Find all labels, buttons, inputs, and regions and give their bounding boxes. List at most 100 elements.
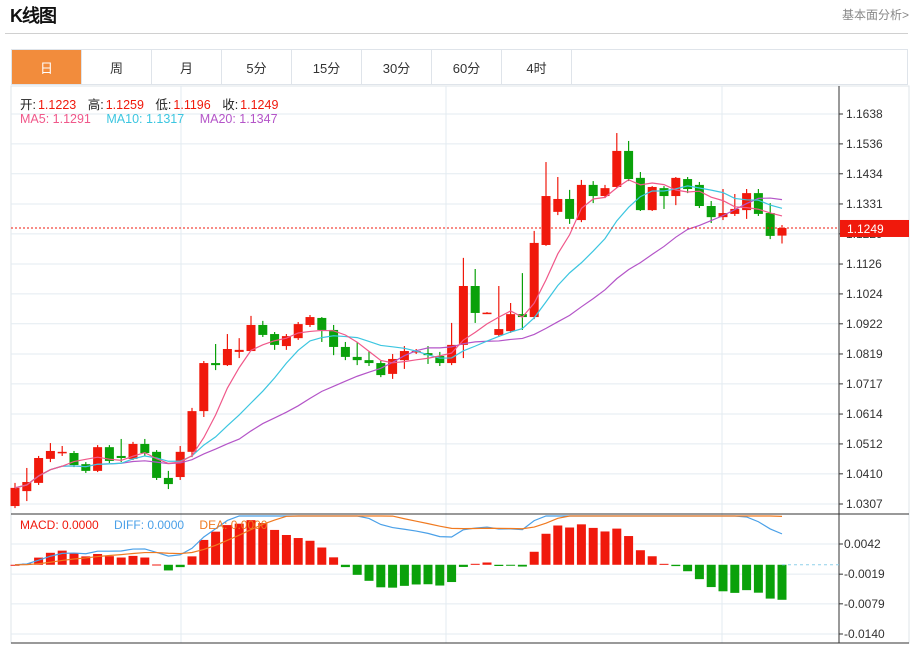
macd-bar — [317, 547, 327, 565]
macd-bar — [659, 563, 669, 565]
macd-tick-label: -0.0079 — [844, 597, 885, 611]
macd-bar — [635, 550, 645, 565]
candle-up — [93, 447, 103, 471]
candle-up — [612, 150, 622, 187]
candle-up — [45, 450, 55, 459]
macd-bar — [199, 539, 209, 565]
candle-up — [57, 451, 67, 454]
candle-down — [116, 455, 126, 458]
candle-up — [222, 348, 232, 366]
candle-down — [706, 206, 716, 218]
candle-down — [470, 285, 480, 313]
price-tick-label: 1.0614 — [846, 407, 883, 421]
ma5-value: MA5: 1.1291 — [20, 112, 91, 126]
diff-value: DIFF: 0.0000 — [114, 518, 185, 532]
ohlc-legend: 开: 1.1223 高: 1.1259 低: 1.1196 收: 1.1249 — [20, 94, 280, 113]
macd-bar — [399, 564, 409, 586]
candle-up — [187, 411, 197, 452]
macd-bar — [329, 557, 339, 565]
low-label: 低: — [155, 98, 172, 112]
candle-up — [553, 198, 563, 212]
price-tick-label: 1.1638 — [846, 107, 883, 121]
low-value: 1.1196 — [173, 98, 211, 112]
close-value: 1.1249 — [240, 98, 279, 112]
price-tick-label: 1.1126 — [846, 257, 882, 271]
price-tick-label: 1.0819 — [846, 347, 883, 361]
macd-bar — [163, 564, 173, 571]
dea-value: DEA: 0.0000 — [199, 518, 268, 532]
candle-up — [10, 487, 20, 507]
macd-tick-label: -0.0019 — [844, 567, 885, 581]
ma10-value: MA10: 1.1317 — [106, 112, 185, 126]
macd-bar — [565, 527, 575, 565]
candle-down — [340, 346, 350, 357]
macd-legend: MACD: 0.0000 DIFF: 0.0000 DEA: 0.0000 — [20, 518, 269, 532]
macd-bar — [694, 564, 704, 580]
macd-bar — [718, 564, 728, 592]
candle-down — [635, 177, 645, 211]
macd-bar — [624, 536, 634, 565]
last-price-label: 1.1249 — [847, 222, 884, 236]
candle-up — [541, 196, 551, 245]
high-value: 1.1259 — [105, 98, 144, 112]
candle-up — [305, 317, 315, 325]
candle-down — [140, 443, 150, 454]
open-value: 1.1223 — [37, 98, 77, 112]
candle-up — [671, 177, 681, 197]
macd-bar — [423, 564, 433, 585]
candle-down — [659, 188, 669, 197]
ma5-line — [14, 179, 783, 489]
macd-bar — [340, 564, 350, 568]
macd-bar — [671, 564, 681, 567]
macd-value: MACD: 0.0000 — [20, 518, 99, 532]
macd-bar — [600, 531, 610, 565]
candle-up — [234, 349, 244, 352]
macd-bar — [647, 556, 657, 565]
price-tick-label: 1.1024 — [846, 287, 883, 301]
macd-bar — [305, 540, 315, 565]
macd-bar — [93, 553, 103, 565]
macd-bar — [187, 556, 197, 565]
candle-up — [458, 285, 468, 345]
candle-down — [317, 317, 327, 330]
ma-legend: MA5: 1.1291 MA10: 1.1317 MA20: 1.1347 — [20, 112, 280, 126]
macd-bar — [281, 534, 291, 565]
macd-bar — [458, 564, 468, 567]
macd-bar — [352, 564, 362, 575]
macd-bar — [411, 564, 421, 585]
candle-down — [683, 179, 693, 190]
candle-up — [22, 482, 32, 492]
candle-down — [624, 150, 634, 180]
macd-bar — [706, 564, 716, 588]
macd-bar — [588, 527, 598, 565]
macd-bar — [765, 564, 775, 599]
macd-bar — [482, 562, 492, 565]
macd-bar — [553, 525, 563, 565]
macd-bar — [494, 564, 504, 566]
macd-bar — [470, 563, 480, 565]
candle-up — [777, 227, 787, 236]
candle-down — [258, 324, 268, 335]
candle-up — [246, 324, 256, 352]
candle-up — [199, 363, 209, 412]
macd-bar — [742, 564, 752, 591]
ma10-line — [14, 185, 783, 489]
macd-bar — [517, 564, 527, 567]
macd-bar — [730, 564, 740, 593]
candle-up — [293, 324, 303, 339]
macd-bar — [140, 557, 150, 565]
candle-up — [175, 451, 185, 478]
candle-down — [352, 356, 362, 361]
macd-bar — [435, 564, 445, 586]
candle-down — [211, 363, 221, 366]
macd-tick-label: 0.0042 — [844, 537, 881, 551]
macd-bar — [753, 564, 763, 593]
high-label: 高: — [87, 98, 104, 112]
ma20-value: MA20: 1.1347 — [199, 112, 278, 126]
macd-bar — [364, 564, 374, 581]
candle-down — [163, 477, 173, 485]
macd-bar — [104, 556, 114, 565]
price-tick-label: 1.0717 — [846, 377, 883, 391]
macd-bar — [506, 564, 516, 566]
candle-down — [81, 464, 91, 471]
